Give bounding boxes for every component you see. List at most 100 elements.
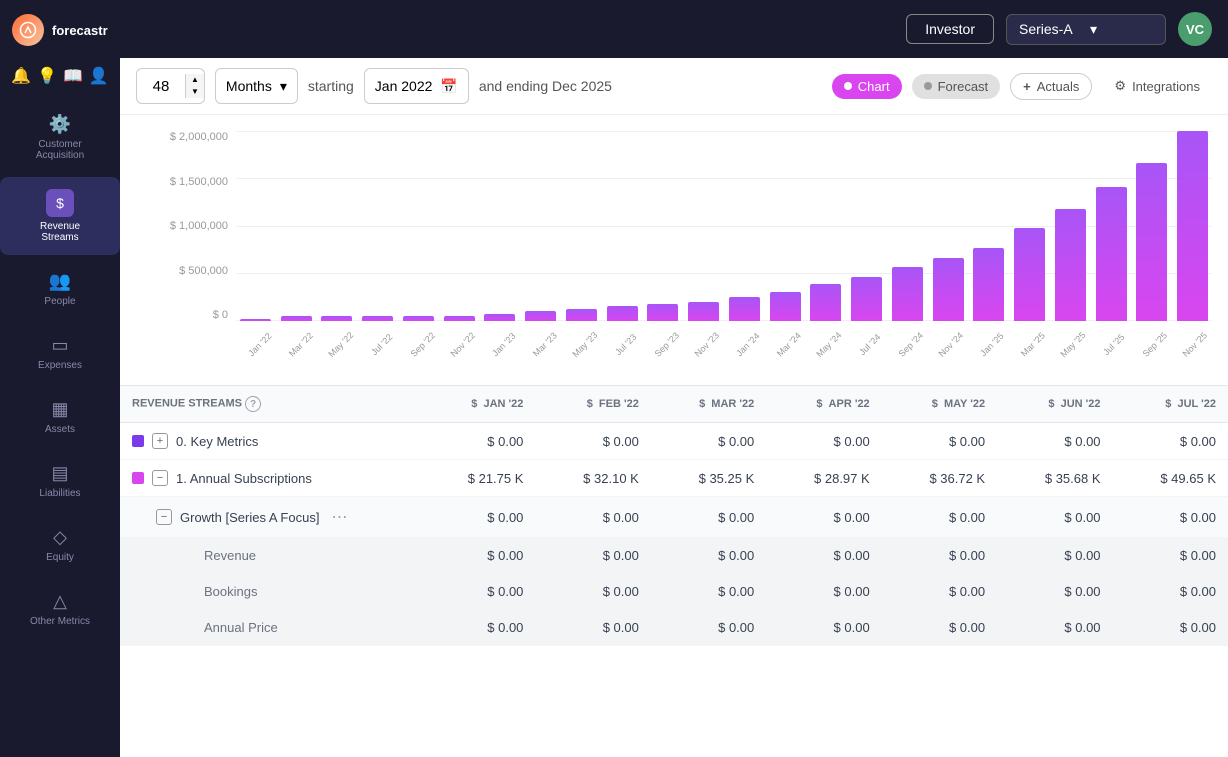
dollar-sign: $	[1064, 584, 1071, 599]
period-spinners: ▲ ▼	[185, 74, 204, 98]
sidebar-item-other-metrics[interactable]: △ Other Metrics	[0, 579, 120, 639]
dollar-sign: $	[949, 548, 956, 563]
sidebar-item-people[interactable]: 👥 People	[0, 259, 120, 319]
y-label-1500k: $ 1,500,000	[170, 176, 228, 188]
chart-plot	[236, 131, 1212, 321]
bar-group	[1133, 131, 1172, 321]
sidebar-item-equity[interactable]: ◇ Equity	[0, 515, 120, 575]
dollar-sign: $	[1180, 584, 1187, 599]
dollar-sign: $	[949, 434, 956, 449]
table-row: Bookings $ 0.00$ 0.00$ 0.00$ 0.00$ 0.00$…	[120, 574, 1228, 610]
period-up-button[interactable]: ▲	[186, 74, 204, 86]
chart-area: $ 2,000,000 $ 1,500,000 $ 1,000,000 $ 50…	[120, 115, 1228, 385]
integrations-button[interactable]: ⚙ Integrations	[1102, 73, 1212, 99]
other-metrics-icon: △	[53, 591, 67, 612]
row-value-cell: $ 32.10 K	[535, 460, 650, 497]
sidebar-item-label: RevenueStreams	[40, 221, 80, 243]
expand-icon[interactable]: −	[156, 509, 172, 525]
x-axis-label: Jul '22	[364, 327, 400, 363]
row-value-cell: $ 0.00	[1113, 423, 1228, 460]
x-axis-label: May '25	[1055, 327, 1091, 363]
col-header-apr22: $ APR '22	[766, 386, 881, 423]
x-axis-label: Sep '22	[405, 327, 441, 363]
row-value-cell: $ 0.00	[882, 497, 997, 538]
sidebar-item-assets[interactable]: ▦ Assets	[0, 387, 120, 447]
bar-group	[684, 131, 723, 321]
notifications-icon[interactable]: 🔔	[11, 66, 31, 86]
docs-icon[interactable]: 📖	[63, 66, 83, 86]
dollar-sign: $	[718, 584, 725, 599]
period-value-input[interactable]: 48	[137, 78, 185, 95]
chart-bar	[1096, 187, 1127, 321]
bar-group	[1092, 131, 1131, 321]
actuals-toggle-button[interactable]: + Actuals	[1010, 73, 1092, 100]
chart-bar	[729, 297, 760, 321]
row-value-cell: $ 0.00	[766, 610, 881, 646]
expand-icon[interactable]: +	[152, 433, 168, 449]
dollar-sign: $	[834, 584, 841, 599]
actuals-toggle-label: Actuals	[1037, 79, 1080, 94]
sidebar-item-label: Expenses	[38, 360, 82, 371]
x-axis-label: Jan '22	[242, 327, 278, 363]
row-value-cell: $ 21.75 K	[420, 460, 535, 497]
expenses-icon: ▭	[51, 335, 68, 356]
table-row: − Growth [Series A Focus] ⋯ $ 0.00$ 0.00…	[120, 497, 1228, 538]
row-value-cell: $ 0.00	[420, 497, 535, 538]
forecast-toggle-button[interactable]: Forecast	[912, 74, 1001, 99]
bar-group	[318, 131, 357, 321]
series-select[interactable]: Series-A ▾	[1006, 14, 1166, 45]
more-button[interactable]: ⋯	[327, 507, 351, 527]
dollar-sign: $	[468, 471, 475, 486]
toolbar: 48 ▲ ▼ Months ▾ starting Jan 2022 📅 and …	[120, 58, 1228, 115]
row-value-cell: $ 0.00	[766, 423, 881, 460]
bar-group	[603, 131, 642, 321]
investor-button[interactable]: Investor	[906, 14, 994, 44]
sidebar-header: forecastr	[0, 0, 120, 60]
dollar-sign: $	[949, 584, 956, 599]
row-value-cell: $ 0.00	[1113, 497, 1228, 538]
row-label-cell: Annual Price	[120, 610, 420, 646]
dollar-sign: $	[1064, 548, 1071, 563]
x-axis-label: Nov '24	[933, 327, 969, 363]
people-icon: 👥	[49, 271, 71, 292]
period-down-button[interactable]: ▼	[186, 86, 204, 98]
x-axis-label: Mar '25	[1015, 327, 1051, 363]
sidebar-item-liabilities[interactable]: ▤ Liabilities	[0, 451, 120, 511]
sidebar-item-expenses[interactable]: ▭ Expenses	[0, 323, 120, 383]
bar-group	[766, 131, 805, 321]
x-axis-label: Nov '22	[445, 327, 481, 363]
row-value-cell: $ 0.00	[997, 538, 1112, 574]
logo-icon	[12, 14, 44, 46]
period-input[interactable]: 48 ▲ ▼	[136, 68, 205, 104]
row-value-cell: $ 0.00	[882, 423, 997, 460]
series-label: Series-A	[1019, 21, 1082, 37]
row-value-cell: $ 0.00	[882, 574, 997, 610]
row-value-cell: $ 0.00	[535, 497, 650, 538]
plus-icon: +	[1023, 79, 1031, 94]
row-value-cell: $ 0.00	[766, 574, 881, 610]
avatar: VC	[1178, 12, 1212, 46]
row-value-cell: $ 0.00	[535, 423, 650, 460]
row-label-cell: − 1. Annual Subscriptions	[120, 460, 420, 497]
bar-group	[481, 131, 520, 321]
dollar-sign: $	[1180, 510, 1187, 525]
period-type-select[interactable]: Months ▾	[215, 68, 298, 104]
y-axis: $ 2,000,000 $ 1,500,000 $ 1,000,000 $ 50…	[136, 131, 236, 321]
row-value-cell: $ 0.00	[766, 497, 881, 538]
expand-icon[interactable]: −	[152, 470, 168, 486]
x-axis-label: Jan '23	[486, 327, 522, 363]
dollar-sign: $	[487, 620, 494, 635]
chart-toggle-button[interactable]: Chart	[832, 74, 902, 99]
x-axis-label: Sep '23	[649, 327, 685, 363]
start-date-input[interactable]: Jan 2022 📅	[364, 68, 469, 104]
sidebar-item-customer-acquisition[interactable]: ⚙️ CustomerAcquisition	[0, 102, 120, 173]
ideas-icon[interactable]: 💡	[37, 66, 57, 86]
dollar-sign: $	[487, 434, 494, 449]
dollar-sign: $	[949, 620, 956, 635]
table-area[interactable]: REVENUE STREAMS ? $ JAN '22 $ FEB '22 $ …	[120, 385, 1228, 757]
profile-icon[interactable]: 👤	[89, 66, 109, 86]
sidebar-item-revenue-streams[interactable]: $ RevenueStreams	[0, 177, 120, 255]
help-icon[interactable]: ?	[245, 396, 261, 412]
row-label-text: 0. Key Metrics	[176, 434, 258, 449]
sub-row-label: Growth [Series A Focus]	[180, 510, 319, 525]
